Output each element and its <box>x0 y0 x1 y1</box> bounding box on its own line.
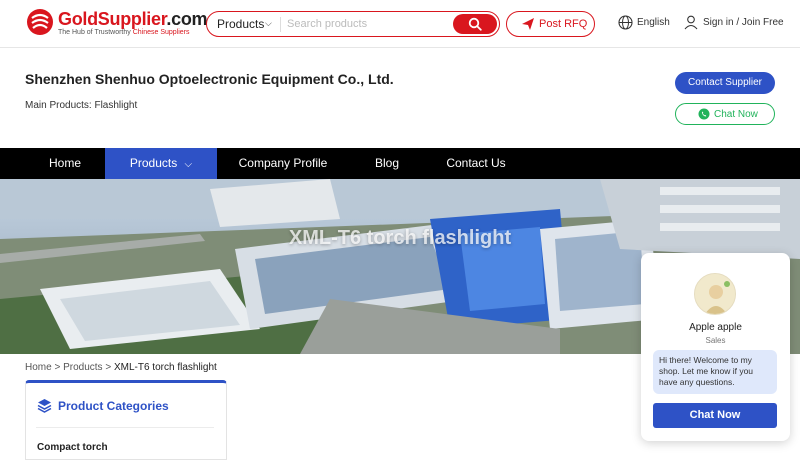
search-divider <box>280 17 281 32</box>
logo-tagline: The Hub of Trustworthy Chinese Suppliers <box>58 29 190 36</box>
layers-icon <box>37 399 52 413</box>
nav-item-label: Products <box>129 156 178 170</box>
chat-widget: Apple apple Sales Hi there! Welcome to m… <box>641 253 790 441</box>
breadcrumb-products[interactable]: Products <box>63 362 102 373</box>
chat-now-button[interactable]: Chat Now <box>675 103 775 125</box>
nav-item-company-profile[interactable]: Company Profile <box>225 148 341 179</box>
chevron-down-icon: ⌵ <box>184 159 193 170</box>
avatar <box>694 273 736 315</box>
search-input[interactable] <box>287 15 447 33</box>
logo-text: GoldSupplier.com <box>58 9 208 29</box>
logo-mark-icon <box>27 9 53 35</box>
paper-plane-icon <box>522 18 534 30</box>
banner-title: XML-T6 torch flashlight <box>288 227 512 249</box>
agent-avatar-image <box>695 274 735 314</box>
nav-item-home[interactable]: Home <box>25 148 105 179</box>
nav-item-blog[interactable]: Blog <box>352 148 422 179</box>
main-products: Main Products: Flashlight <box>25 100 138 111</box>
whatsapp-icon <box>698 108 710 120</box>
search-icon <box>468 17 482 31</box>
breadcrumb: Home > Products > XML-T6 torch flashligh… <box>25 362 217 373</box>
breadcrumb-current: XML-T6 torch flashlight <box>113 362 217 373</box>
search-category-select[interactable]: Products <box>217 17 264 31</box>
main-nav: Home Products ⌵ Company Profile Blog Con… <box>0 148 800 179</box>
nav-item-contact-us[interactable]: Contact Us <box>432 148 520 179</box>
search-button[interactable] <box>453 14 497 34</box>
site-logo[interactable]: GoldSupplier.com The Hub of Trustworthy … <box>26 8 208 40</box>
post-rfq-label: Post RFQ <box>539 18 588 30</box>
breadcrumb-home[interactable]: Home <box>25 362 52 373</box>
divider <box>36 427 214 428</box>
chat-now-widget-button[interactable]: Chat Now <box>653 403 777 428</box>
product-categories-panel: Product Categories Compact torch <box>25 380 227 460</box>
chevron-down-icon[interactable]: ⌵ <box>265 18 272 29</box>
post-rfq-button[interactable]: Post RFQ <box>506 11 595 37</box>
language-selector[interactable]: English <box>637 17 670 28</box>
globe-icon[interactable] <box>618 15 633 30</box>
chat-now-label: Chat Now <box>714 109 758 120</box>
breadcrumb-separator: > <box>102 362 114 373</box>
sign-in-link[interactable]: Sign in / Join Free <box>703 17 784 28</box>
nav-item-products[interactable]: Products ⌵ <box>105 148 217 179</box>
search-bar: Products ⌵ <box>206 11 500 37</box>
user-icon[interactable] <box>684 15 698 30</box>
contact-supplier-button[interactable]: Contact Supplier <box>675 72 775 94</box>
top-bar: GoldSupplier.com The Hub of Trustworthy … <box>0 0 800 48</box>
agent-name: Apple apple <box>689 322 742 333</box>
breadcrumb-separator: > <box>51 362 64 373</box>
categories-title: Product Categories <box>58 399 169 413</box>
company-name: Shenzhen Shenhuo Optoelectronic Equipmen… <box>25 71 394 87</box>
category-item-compact-torch[interactable]: Compact torch <box>37 442 108 453</box>
chat-message: Hi there! Welcome to my shop. Let me kno… <box>653 350 777 394</box>
agent-role: Sales <box>705 336 726 345</box>
